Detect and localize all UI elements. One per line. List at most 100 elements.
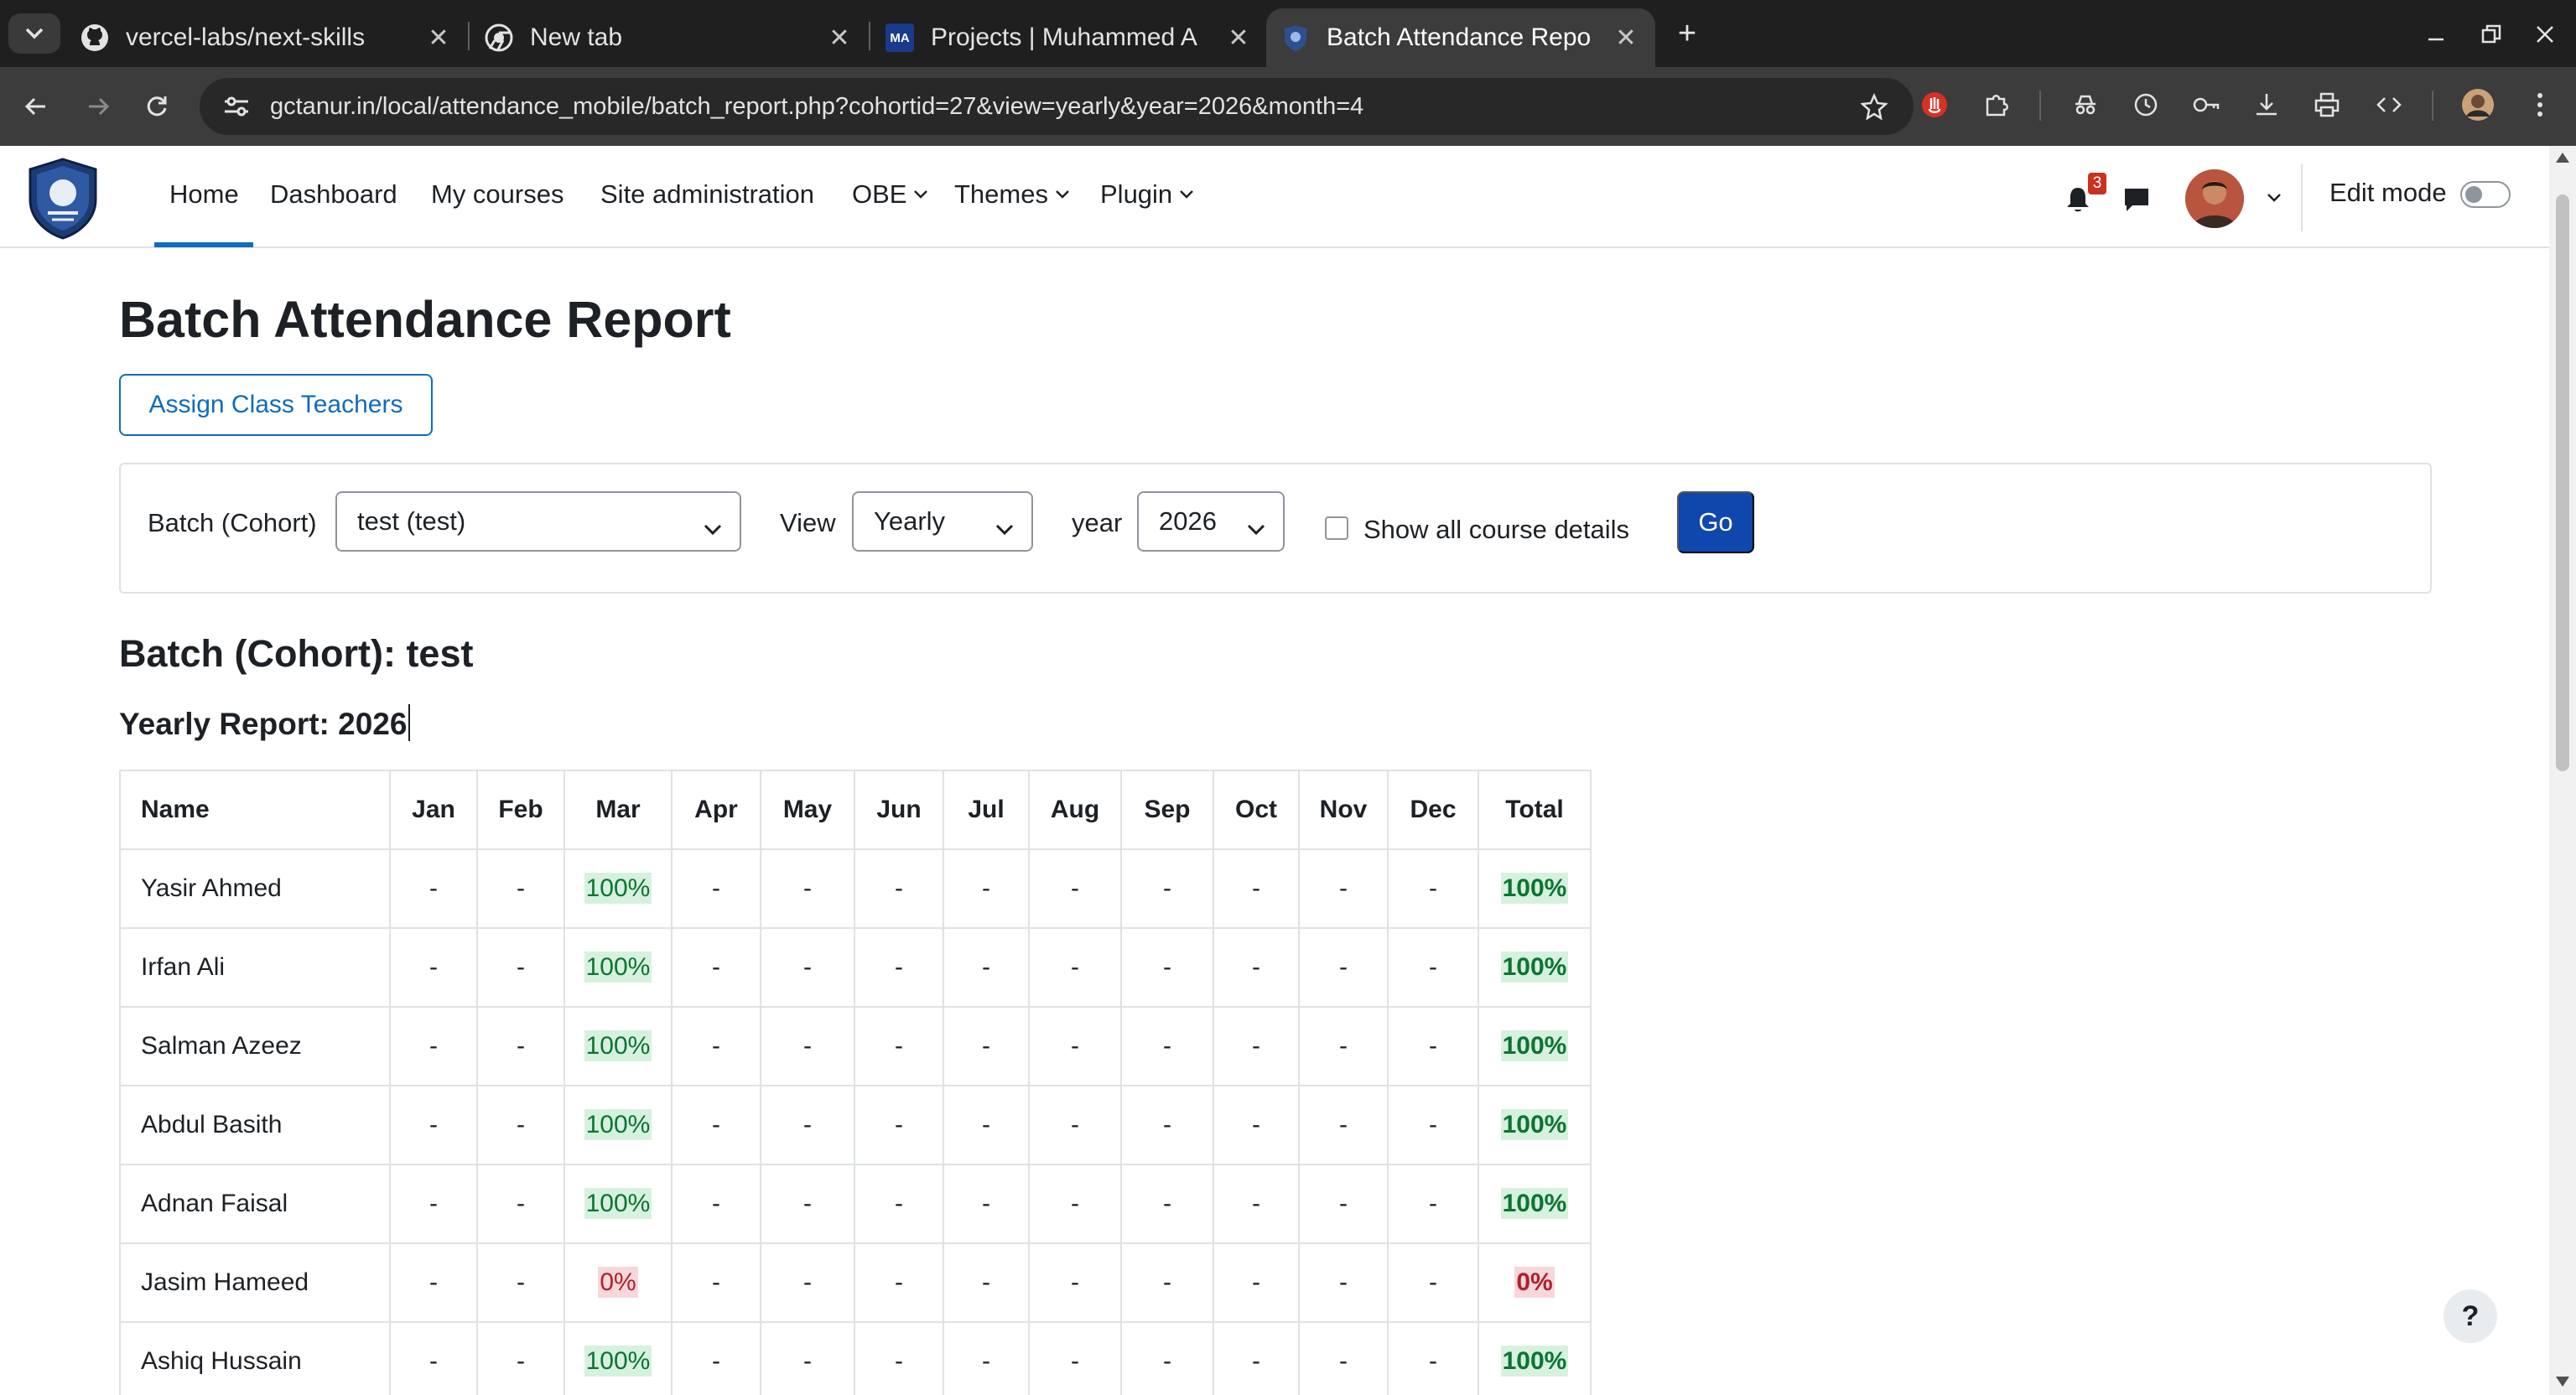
month-cell: - — [389, 1164, 478, 1244]
minimize-icon — [2428, 38, 2444, 41]
forward-button[interactable] — [77, 86, 119, 127]
close-window-button[interactable] — [2524, 13, 2566, 55]
download-icon[interactable] — [2247, 86, 2286, 124]
tab-next-skills[interactable]: vercel-labs/next-skills ✕ — [65, 8, 468, 67]
month-cell: - — [1028, 1321, 1122, 1395]
show-all-course-details-label[interactable]: Show all course details — [1363, 515, 1629, 545]
nav-my-courses[interactable]: My courses — [431, 179, 564, 210]
extensions-puzzle-icon[interactable] — [1977, 86, 2016, 124]
attendance-value: - — [429, 1268, 438, 1296]
user-menu-chevron-icon[interactable] — [2256, 179, 2293, 216]
tab-batch-attendance[interactable]: Batch Attendance Repo ✕ — [1266, 8, 1655, 67]
month-cell: - — [389, 848, 478, 929]
reload-button[interactable] — [136, 86, 178, 127]
nav-plugin[interactable]: Plugin — [1100, 179, 1194, 210]
nav-site-administration[interactable]: Site administration — [600, 179, 814, 210]
attendance-value: - — [1339, 1268, 1348, 1296]
attendance-report-table: Name Jan Feb Mar Apr May Jun Jul Aug Sep Oct Nov Dec… — [119, 770, 1592, 1395]
history-icon[interactable] — [2127, 86, 2165, 124]
month-cell: - — [760, 1006, 855, 1086]
show-all-course-details-checkbox[interactable] — [1325, 516, 1348, 540]
student-name-cell: Adnan Faisal — [119, 1164, 391, 1244]
attendance-value: - — [1163, 1347, 1171, 1375]
attendance-value: - — [1071, 1268, 1079, 1296]
attendance-value: - — [712, 1032, 720, 1060]
month-cell: - — [1213, 927, 1300, 1008]
assign-class-teachers-button[interactable]: Assign Class Teachers — [119, 374, 433, 436]
attendance-value: - — [803, 1190, 812, 1217]
attendance-value: - — [803, 874, 812, 902]
month-cell: - — [943, 1321, 1030, 1395]
close-tab-icon[interactable]: ✕ — [1612, 23, 1640, 52]
attendance-value: - — [517, 874, 525, 902]
profile-avatar-icon[interactable] — [2459, 86, 2497, 124]
month-cell: - — [476, 927, 565, 1008]
arrow-right-icon — [89, 97, 110, 116]
attendance-value: - — [803, 1032, 812, 1060]
table-row: Abdul Basith - - 100% - - - - - - - - - 100% — [119, 1085, 1592, 1165]
month-cell: - — [389, 1085, 478, 1165]
month-cell: - — [1028, 927, 1122, 1008]
devtools-code-icon[interactable] — [2370, 86, 2408, 124]
nav-home[interactable]: Home — [169, 179, 239, 210]
month-cell: - — [854, 1006, 944, 1086]
site-header: Home Dashboard My courses Site administr… — [0, 146, 2549, 248]
address-bar[interactable]: gctanur.in/local/attendance_mobile/batch… — [200, 78, 1914, 135]
close-tab-icon[interactable]: ✕ — [424, 23, 453, 52]
attendance-value: - — [1071, 874, 1079, 902]
password-key-icon[interactable] — [2187, 86, 2225, 124]
help-button[interactable]: ? — [2444, 1289, 2497, 1343]
chevron-down-icon — [913, 189, 928, 200]
column-header-sep: Sep — [1120, 770, 1214, 850]
close-tab-icon[interactable]: ✕ — [1224, 23, 1253, 52]
attendance-value: 100% — [584, 1346, 652, 1377]
attendance-value: - — [1429, 874, 1437, 902]
browser-menu-icon[interactable] — [2521, 86, 2559, 124]
attendance-value: - — [1339, 1111, 1348, 1138]
user-avatar[interactable] — [2185, 169, 2244, 228]
attendance-value: - — [429, 1111, 438, 1138]
attendance-value: - — [895, 1111, 903, 1138]
chevron-down-icon — [703, 513, 723, 543]
close-tab-icon[interactable]: ✕ — [825, 23, 854, 52]
total-value: 100% — [1500, 1030, 1569, 1061]
incognito-icon[interactable] — [2066, 86, 2105, 124]
restore-button[interactable] — [2470, 13, 2512, 55]
back-button[interactable] — [15, 86, 57, 127]
extension-red-icon[interactable] — [1915, 86, 1954, 124]
nav-obe[interactable]: OBE — [852, 179, 928, 210]
month-cell: - — [1298, 1006, 1389, 1086]
month-cell: - — [1387, 1085, 1479, 1165]
scroll-up-arrow[interactable] — [2556, 153, 2569, 163]
scroll-down-arrow[interactable] — [2556, 1377, 2569, 1387]
messages-chat-icon[interactable] — [2118, 181, 2155, 218]
site-settings-icon[interactable] — [213, 83, 260, 130]
new-tab-button[interactable]: + — [1670, 16, 1704, 51]
table-row: Ashiq Hussain - - 100% - - - - - - - - - 100% — [119, 1321, 1592, 1395]
attendance-value: - — [895, 953, 903, 981]
edit-mode-toggle[interactable] — [2460, 181, 2511, 208]
tab-search-button[interactable] — [8, 13, 60, 54]
bookmark-star-icon[interactable] — [1853, 86, 1895, 127]
view-select[interactable]: Yearly — [852, 491, 1033, 552]
github-icon — [80, 23, 109, 52]
address-url[interactable]: gctanur.in/local/attendance_mobile/batch… — [270, 93, 1363, 121]
go-button[interactable]: Go — [1677, 491, 1754, 553]
tab-projects[interactable]: MA Projects | Muhammed A ✕ — [870, 8, 1268, 67]
month-cell: - — [1298, 848, 1389, 929]
college-logo[interactable] — [18, 154, 107, 243]
month-cell: - — [1028, 1164, 1122, 1244]
student-name-cell: Irfan Ali — [119, 927, 391, 1008]
month-cell: - — [389, 1321, 478, 1395]
scrollbar-thumb[interactable] — [2556, 194, 2569, 771]
batch-select[interactable]: test (test) — [335, 491, 741, 552]
total-cell: 100% — [1478, 1321, 1592, 1395]
nav-dashboard[interactable]: Dashboard — [270, 179, 397, 210]
page-title: Batch Attendance Report — [119, 291, 731, 348]
tab-new-tab[interactable]: New tab ✕ — [470, 8, 869, 67]
minimize-button[interactable] — [2415, 13, 2457, 55]
nav-themes[interactable]: Themes — [954, 179, 1070, 210]
print-icon[interactable] — [2308, 86, 2346, 124]
year-select[interactable]: 2026 — [1137, 491, 1285, 552]
month-cell: - — [476, 1164, 565, 1244]
